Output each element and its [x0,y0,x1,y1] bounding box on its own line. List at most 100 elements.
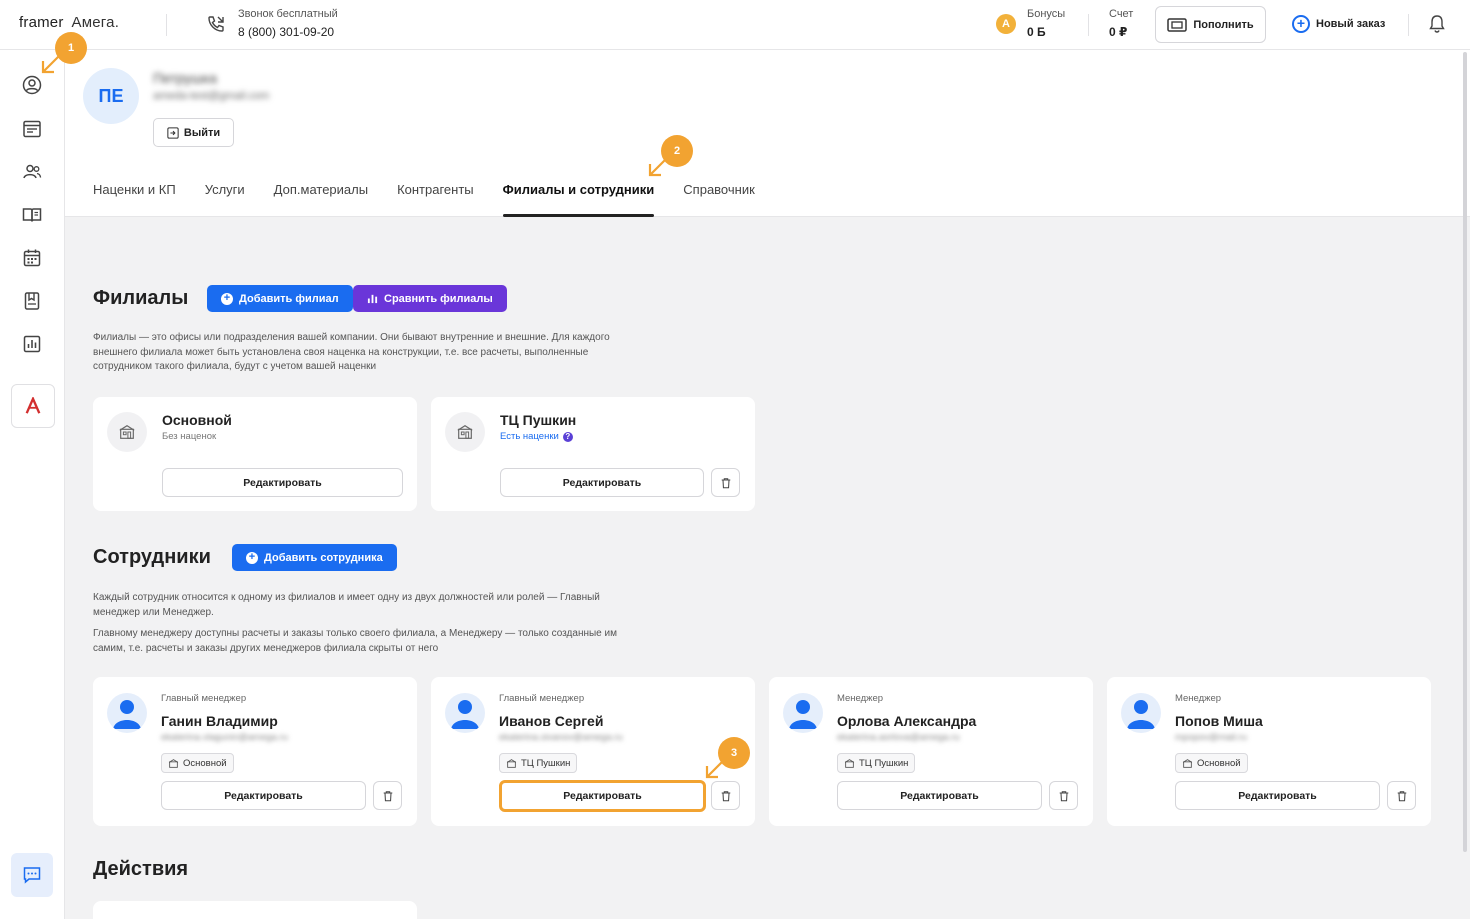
edit-employee-button[interactable]: Редактировать [837,781,1042,810]
employee-branch-badge: Основной [1175,753,1248,773]
bookmark-icon[interactable] [22,291,42,311]
profile-name: Петрушка [153,70,217,86]
branch-card: ТЦ Пушкин Есть наценки ? Редактировать [431,397,755,511]
profile-icon[interactable] [22,75,42,95]
trash-icon [1397,790,1406,801]
logo[interactable]: framer Амега. [19,14,119,31]
compare-branches-button[interactable]: Сравнить филиалы [353,285,507,312]
delete-branch-button[interactable] [711,468,740,497]
add-employee-button[interactable]: + Добавить сотрудника [232,544,397,571]
arrow-icon [41,54,61,74]
logo-framer: framer [19,14,64,31]
brand-logo-icon [25,397,41,414]
delete-employee-button[interactable] [1049,781,1078,810]
employee-name: Иванов Сергей [499,713,604,729]
branch-name: ТЦ Пушкин [500,412,577,428]
bell-icon[interactable] [1428,14,1446,34]
employee-role: Менеджер [1175,693,1222,704]
bonus-label: Бонусы [1027,8,1066,20]
branches-description: Филиалы — это офисы или подразделения ва… [93,332,610,372]
tab-extra-materials[interactable]: Доп.материалы [274,182,368,216]
employee-card: Главный менеджер Ганин Владимир ekaterin… [93,677,417,826]
account-label: Счет [1109,8,1134,20]
branch-name: Основной [162,412,232,428]
clients-icon[interactable] [22,162,42,182]
divider [166,14,167,36]
topup-label: Пополнить [1193,18,1254,31]
bonus-icon: A [996,14,1016,34]
phone-icon [206,14,226,34]
sidebar [0,50,65,919]
tabs: Наценки и КП Услуги Доп.материалы Контра… [93,182,784,217]
plus-icon: + [221,292,233,305]
tab-markups[interactable]: Наценки и КП [93,182,176,216]
action-card [93,901,417,919]
employee-branch-badge: Основной [161,753,234,773]
tab-services[interactable]: Услуги [205,182,245,216]
phone-number[interactable]: 8 (800) 301-09-20 [238,25,334,39]
employees-description: Каждый сотрудник относится к одному из ф… [93,592,600,618]
actions-title: Действия [93,858,189,880]
employee-branch-badge: ТЦ Пушкин [499,753,578,773]
delete-employee-button[interactable] [711,781,740,810]
tab-branches-employees[interactable]: Филиалы и сотрудники [502,182,654,217]
plus-icon: + [1292,15,1310,33]
add-branch-label: Добавить филиал [239,292,339,305]
logout-label: Выйти [183,126,221,139]
avatar: ПЕ [83,68,139,124]
brand-logo-tile[interactable] [11,384,55,428]
arrow-icon [705,759,725,779]
bar-chart-icon [367,294,378,304]
logout-button[interactable]: Выйти [153,118,234,147]
branch-card: Основной Без наценок Редактировать [93,397,417,511]
tab-reference[interactable]: Справочник [683,182,755,216]
scrollbar[interactable] [1463,52,1467,852]
wallet-icon [1167,17,1188,32]
employee-email: ekaterina.sivanov@amega.ru [499,732,623,743]
add-branch-button[interactable]: + Добавить филиал [207,285,353,312]
logo-amega: Амега. [71,14,120,31]
avatar [1121,693,1161,733]
avatar [783,693,823,733]
edit-employee-button[interactable]: Редактировать [161,781,366,810]
employee-card: Главный менеджер Иванов Сергей ekaterina… [431,677,755,826]
profile-panel: ПЕ Петрушка ameda-test@gmail.com Выйти Н… [65,50,1470,217]
employee-card: Менеджер Попов Миша mpopov@mail.ru Основ… [1107,677,1431,826]
avatar [107,693,147,733]
calendar-icon[interactable] [22,248,42,268]
edit-employee-button[interactable]: Редактировать [1175,781,1380,810]
employee-name: Попов Миша [1175,713,1263,729]
chat-icon [23,867,41,884]
delete-employee-button[interactable] [373,781,402,810]
orders-icon[interactable] [22,119,42,139]
tab-contractors[interactable]: Контрагенты [397,182,474,216]
arrow-icon [648,157,668,177]
building-icon [168,758,179,768]
employee-role: Менеджер [837,693,884,704]
employee-name: Орлова Александра [837,713,977,729]
trash-icon [721,790,730,801]
chat-button[interactable] [11,853,53,897]
branch-markup-status: Без наценок [162,431,217,442]
divider [1088,14,1089,36]
avatar [445,693,485,733]
stats-icon[interactable] [22,334,42,354]
top-bar: framer Амега. Звонок бесплатный 8 (800) 3… [0,0,1470,50]
help-icon[interactable]: ? [562,431,573,442]
new-order-button[interactable]: + Новый заказ [1292,14,1385,34]
employees-description-roles: Главному менеджеру доступны расчеты и за… [93,628,617,654]
employee-name: Ганин Владимир [161,713,278,729]
topup-button[interactable]: Пополнить [1155,6,1266,43]
edit-employee-button[interactable]: Редактировать [499,780,706,812]
catalog-icon[interactable] [22,205,42,225]
trash-icon [383,790,392,801]
branches-title: Филиалы [93,287,189,309]
building-icon [844,758,855,768]
divider [1408,14,1409,36]
delete-employee-button[interactable] [1387,781,1416,810]
employee-role: Главный менеджер [499,693,585,704]
edit-branch-button[interactable]: Редактировать [162,468,403,497]
profile-email: ameda-test@gmail.com [153,90,270,102]
edit-branch-button[interactable]: Редактировать [500,468,704,497]
branch-markup-status[interactable]: Есть наценки ? [500,431,573,442]
